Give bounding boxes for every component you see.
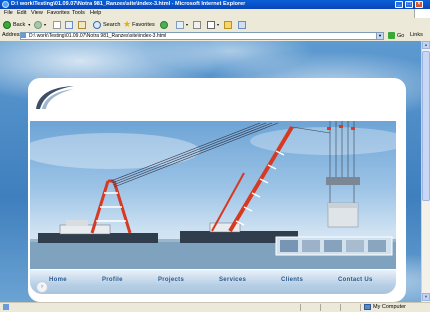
mail-button[interactable]: ▾ [176, 20, 188, 29]
vertical-scrollbar[interactable]: ▲ ▼ [421, 41, 430, 302]
print-button[interactable] [193, 20, 203, 29]
nav-services[interactable]: Services [219, 277, 246, 283]
scroll-down-arrow-icon[interactable]: ▼ [422, 293, 430, 301]
forward-button[interactable]: ▾ [34, 20, 46, 29]
ie-logo-icon [2, 1, 9, 8]
status-divider [360, 304, 361, 311]
window-title: D:\ work\Testing\01.09.07\Notra 981_Ranz… [11, 1, 246, 7]
go-arrow-icon [388, 32, 395, 39]
media-icon [160, 20, 168, 29]
menu-help[interactable]: Help [90, 10, 101, 16]
go-button[interactable]: Go [388, 32, 404, 39]
mail-icon [176, 20, 184, 29]
status-divider [340, 304, 341, 311]
nav-contact-us[interactable]: Contact Us [338, 277, 373, 283]
close-button[interactable]: × [415, 1, 423, 8]
search-icon [93, 20, 101, 29]
back-arrow-icon [3, 20, 11, 29]
page-viewport: Home Profile Projects Services Clients C… [0, 41, 421, 302]
nav-clients[interactable]: Clients [281, 277, 303, 283]
refresh-icon [65, 20, 73, 29]
maximize-button[interactable]: □ [405, 1, 413, 8]
favorites-label: Favorites [132, 21, 155, 28]
go-label: Go [397, 32, 405, 39]
computer-icon [364, 304, 371, 310]
refresh-button[interactable] [65, 20, 75, 29]
security-zone: My Computer [364, 304, 406, 310]
star-icon: ★ [123, 19, 132, 29]
minimize-button[interactable]: _ [395, 1, 403, 8]
zone-label: My Computer [373, 304, 407, 310]
menu-favorites[interactable]: Favorites [47, 10, 70, 16]
status-divider [300, 304, 301, 311]
edit-button[interactable]: ▾ [207, 20, 219, 29]
menu-file[interactable]: File [4, 10, 13, 16]
stop-icon [53, 20, 61, 29]
chevron-down-icon: ▾ [217, 22, 220, 27]
messenger-icon [238, 20, 246, 29]
nav-profile[interactable]: Profile [102, 277, 123, 283]
site-logo-swoosh [36, 86, 74, 109]
media-button[interactable] [160, 20, 170, 29]
toolbar: Back ▾ ▾ Search ★ Favorites ▾ ▾ [0, 18, 430, 32]
back-button[interactable]: Back ▾ [3, 20, 30, 29]
favorites-button[interactable]: ★ Favorites [123, 19, 155, 29]
scroll-thumb[interactable] [422, 51, 430, 201]
back-label: Back [13, 21, 26, 28]
chevron-down-icon: ▾ [186, 22, 189, 27]
status-bar: My Computer [0, 302, 430, 312]
menu-view[interactable]: View [31, 10, 43, 16]
nav-projects[interactable]: Projects [158, 277, 184, 283]
home-icon [78, 20, 86, 29]
hero-image-cranes [30, 121, 396, 269]
chevron-down-icon: ▾ [44, 22, 47, 27]
home-button[interactable] [78, 20, 88, 29]
chevron-down-icon: ▾ [28, 22, 31, 27]
menu-edit[interactable]: Edit [17, 10, 26, 16]
scroll-up-arrow-icon[interactable]: ▲ [422, 41, 430, 49]
scroll-arrow-button[interactable]: › [36, 281, 48, 293]
site-nav: Home Profile Projects Services Clients C… [30, 270, 396, 294]
edit-icon [207, 20, 215, 29]
menu-tools[interactable]: Tools [72, 10, 85, 16]
forward-arrow-icon [34, 20, 42, 29]
windows-logo-icon [414, 9, 430, 18]
search-label: Search [103, 21, 121, 28]
print-icon [193, 20, 201, 29]
page-icon [21, 33, 26, 38]
folder-button[interactable] [224, 20, 234, 29]
links-button[interactable]: Links [410, 32, 423, 38]
stop-button[interactable] [53, 20, 63, 29]
folder-icon [224, 20, 232, 29]
address-dropdown-button[interactable]: ▼ [376, 32, 384, 40]
search-button[interactable]: Search [93, 20, 120, 29]
title-bar: D:\ work\Testing\01.09.07\Notra 981_Ranz… [0, 0, 430, 9]
page-status-icon [3, 304, 9, 310]
nav-home[interactable]: Home [49, 277, 67, 283]
address-input[interactable]: D:\ work\Testing\01.09.07\Notra 981_Ranz… [20, 32, 380, 40]
status-text [3, 304, 11, 310]
messenger-button[interactable] [238, 20, 248, 29]
status-divider [320, 304, 321, 311]
